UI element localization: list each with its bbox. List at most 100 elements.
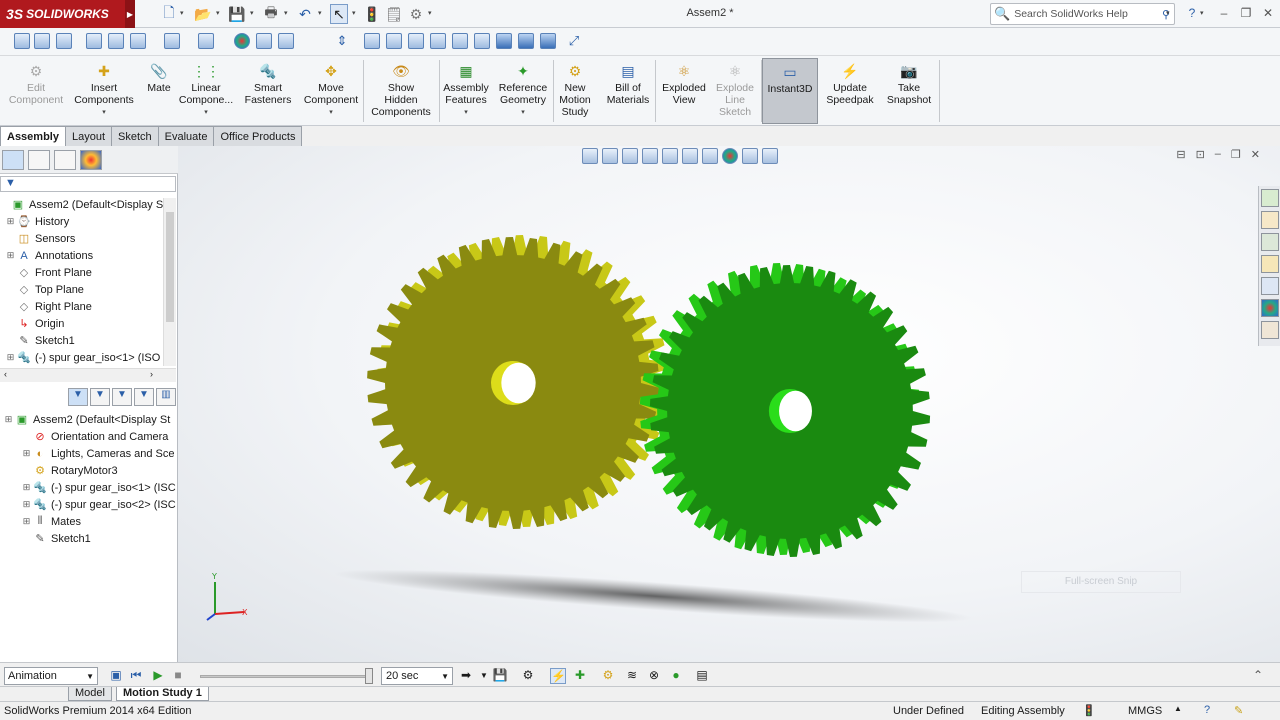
save-animation-icon[interactable]: 💾 bbox=[492, 668, 508, 684]
print-icon[interactable]: 🖶 bbox=[262, 4, 280, 23]
ribbon-dropdown-icon[interactable]: ▾ bbox=[464, 107, 468, 119]
trimetric-icon[interactable] bbox=[518, 33, 534, 49]
scroll-right-icon[interactable]: › bbox=[150, 369, 153, 379]
tree-item-top-plane[interactable]: ◇ Top Plane bbox=[6, 281, 84, 298]
tree-filter[interactable]: ▼ bbox=[0, 176, 176, 192]
tree-item-sensors[interactable]: ◫ Sensors bbox=[6, 230, 76, 247]
move-component-button[interactable]: ✥ Move Component ▾ bbox=[302, 62, 360, 119]
motion-tree-item-spur-gear-2[interactable]: ⊞ 🔩 (-) spur gear_iso<2> (ISC bbox=[22, 496, 176, 513]
motion-tree-item-lights-cameras[interactable]: ⊞ ◐ Lights, Cameras and Sce bbox=[22, 445, 175, 462]
ribbon-dropdown-icon[interactable]: ▾ bbox=[204, 107, 208, 119]
view-back-icon[interactable] bbox=[386, 33, 402, 49]
playback-speed-select[interactable]: 20 sec ▼ bbox=[381, 667, 453, 685]
mate-button[interactable]: 📎 Mate bbox=[142, 62, 176, 94]
unit-system[interactable]: MMGS bbox=[1128, 705, 1162, 717]
tree-item-right-plane[interactable]: ◇ Right Plane bbox=[6, 298, 92, 315]
filter-results-icon[interactable]: ▼ bbox=[134, 388, 154, 406]
help-dropdown-icon[interactable]: ▾ bbox=[1200, 9, 1204, 17]
tree-scrollbar[interactable] bbox=[163, 198, 176, 366]
spur-gear-1[interactable] bbox=[367, 235, 669, 529]
bill-of-materials-button[interactable]: ▤ Bill of Materials bbox=[604, 62, 652, 106]
normal-to-icon[interactable]: ⤢ bbox=[566, 33, 582, 49]
print-dropdown-icon[interactable]: ▾ bbox=[284, 9, 288, 17]
play-icon[interactable]: ▶ bbox=[150, 668, 166, 684]
animation-wizard-icon[interactable]: ⚙ bbox=[520, 668, 536, 684]
playback-slider-thumb[interactable] bbox=[365, 668, 373, 684]
ribbon-dropdown-icon[interactable]: ▾ bbox=[102, 107, 106, 119]
motion-study-properties-icon[interactable]: ▤ bbox=[694, 668, 710, 684]
view-front-icon[interactable] bbox=[364, 33, 380, 49]
dynamic-annotation-icon[interactable] bbox=[108, 33, 124, 49]
gravity-icon[interactable]: ● bbox=[668, 668, 684, 684]
instant3d-button[interactable]: ▭ Instant3D bbox=[762, 58, 818, 124]
tab-office-products[interactable]: Office Products bbox=[213, 126, 303, 146]
rebuild-icon[interactable]: 🚦 bbox=[363, 5, 381, 23]
view-orientation-icon[interactable] bbox=[130, 33, 146, 49]
undo-icon[interactable]: ↶ bbox=[296, 5, 314, 23]
smart-fasteners-button[interactable]: 🔩 Smart Fasteners bbox=[240, 62, 296, 106]
spring-icon[interactable]: ≋ bbox=[624, 668, 640, 684]
save-dropdown-icon[interactable]: ▾ bbox=[250, 9, 254, 17]
motion-tree-item-assembly-root[interactable]: ⊞ ▣ Assem2 (Default<Display St bbox=[4, 411, 171, 428]
tree-item-history[interactable]: ⊞ ⌚ History bbox=[6, 213, 70, 230]
ribbon-dropdown-icon[interactable]: ▾ bbox=[329, 107, 333, 119]
update-speedpak-button[interactable]: ⚡ Update Speedpak bbox=[824, 62, 876, 106]
scrollbar-thumb[interactable] bbox=[166, 212, 174, 322]
expand-icon[interactable]: ⊞ bbox=[22, 516, 31, 527]
close-icon[interactable]: ✕ bbox=[1260, 6, 1276, 22]
section-view-icon[interactable] bbox=[86, 33, 102, 49]
edit-appearance-icon[interactable] bbox=[234, 33, 250, 49]
calculate-icon[interactable]: ▣ bbox=[108, 668, 124, 684]
help-icon[interactable]: ? bbox=[1184, 6, 1200, 22]
study-type-select[interactable]: Animation ▼ bbox=[4, 667, 98, 685]
study-tab-motion-study-1[interactable]: Motion Study 1 bbox=[116, 687, 209, 701]
open-folder-icon[interactable]: 📂 bbox=[194, 5, 212, 23]
expand-icon[interactable]: ⊞ bbox=[6, 250, 15, 261]
dimetric-icon[interactable] bbox=[540, 33, 556, 49]
quick-tips-icon[interactable]: ? bbox=[1204, 704, 1210, 716]
menu-arrow-icon[interactable]: ▶ bbox=[125, 0, 135, 28]
select-icon[interactable]: ↖ bbox=[330, 4, 348, 24]
expand-icon[interactable]: ⊞ bbox=[4, 414, 13, 425]
reference-geometry-button[interactable]: ✦ Reference Geometry ▾ bbox=[496, 62, 550, 119]
take-snapshot-button[interactable]: 📷 Take Snapshot bbox=[882, 62, 936, 106]
add-key-icon[interactable]: ✚ bbox=[572, 668, 588, 684]
filter-animated-icon[interactable]: ▼ bbox=[68, 388, 88, 406]
tab-evaluate[interactable]: Evaluate bbox=[157, 126, 215, 146]
feature-manager-tab-icon[interactable] bbox=[2, 150, 24, 170]
save-icon[interactable]: 💾 bbox=[228, 5, 246, 23]
tab-layout[interactable]: Layout bbox=[64, 126, 113, 146]
tab-sketch[interactable]: Sketch bbox=[111, 126, 159, 146]
minimize-icon[interactable]: – bbox=[1216, 6, 1232, 22]
search-box[interactable]: 🔍 Search SolidWorks Help ⚲ bbox=[990, 3, 1175, 25]
new-document-icon[interactable]: 🗋 bbox=[160, 4, 178, 23]
scenes-icon[interactable] bbox=[1261, 299, 1279, 317]
rebuild-status-icon[interactable]: 🚦 bbox=[1082, 704, 1096, 717]
playback-slider-track[interactable] bbox=[200, 675, 372, 678]
edit-component-button[interactable]: ⚙ Edit Component bbox=[6, 62, 66, 106]
motion-tree-item-rotary-motor[interactable]: ⚙ RotaryMotor3 bbox=[22, 462, 118, 479]
autokey-icon[interactable]: ⚡ bbox=[550, 668, 566, 684]
options-icon[interactable]: ⚙ bbox=[407, 5, 425, 23]
graphics-viewport[interactable]: ⊟ ⊡ – ❐ ✕ Y X Full-screen Snip bbox=[178, 146, 1280, 662]
display-manager-tab-icon[interactable] bbox=[80, 150, 102, 170]
new-dropdown-icon[interactable]: ▾ bbox=[180, 9, 184, 17]
status-notification-icon[interactable]: ✎ bbox=[1234, 704, 1243, 717]
tree-item-annotations[interactable]: ⊞ A Annotations bbox=[6, 247, 93, 264]
view-bottom-icon[interactable] bbox=[474, 33, 490, 49]
motion-tree-item-mates[interactable]: ⊞ ⫴ Mates bbox=[22, 513, 81, 530]
play-from-start-icon[interactable]: ⏮ bbox=[128, 668, 144, 684]
appearances-icon[interactable] bbox=[1261, 277, 1279, 295]
search-dropdown-icon[interactable]: ▾ bbox=[1166, 9, 1170, 17]
file-properties-icon[interactable]: 🗒 bbox=[385, 5, 403, 23]
isometric-icon[interactable] bbox=[496, 33, 512, 49]
configuration-manager-tab-icon[interactable] bbox=[54, 150, 76, 170]
filter-icon[interactable]: ▼ bbox=[5, 177, 16, 189]
view-left-icon[interactable] bbox=[408, 33, 424, 49]
stop-icon[interactable]: ■ bbox=[170, 668, 186, 684]
tree-item-assembly-root[interactable]: ▣ Assem2 (Default<Display St bbox=[0, 196, 166, 213]
view-palette-icon[interactable] bbox=[1261, 255, 1279, 273]
custom-properties-icon[interactable] bbox=[1261, 321, 1279, 339]
zoom-to-fit-icon[interactable] bbox=[14, 33, 30, 49]
open-dropdown-icon[interactable]: ▾ bbox=[216, 9, 220, 17]
